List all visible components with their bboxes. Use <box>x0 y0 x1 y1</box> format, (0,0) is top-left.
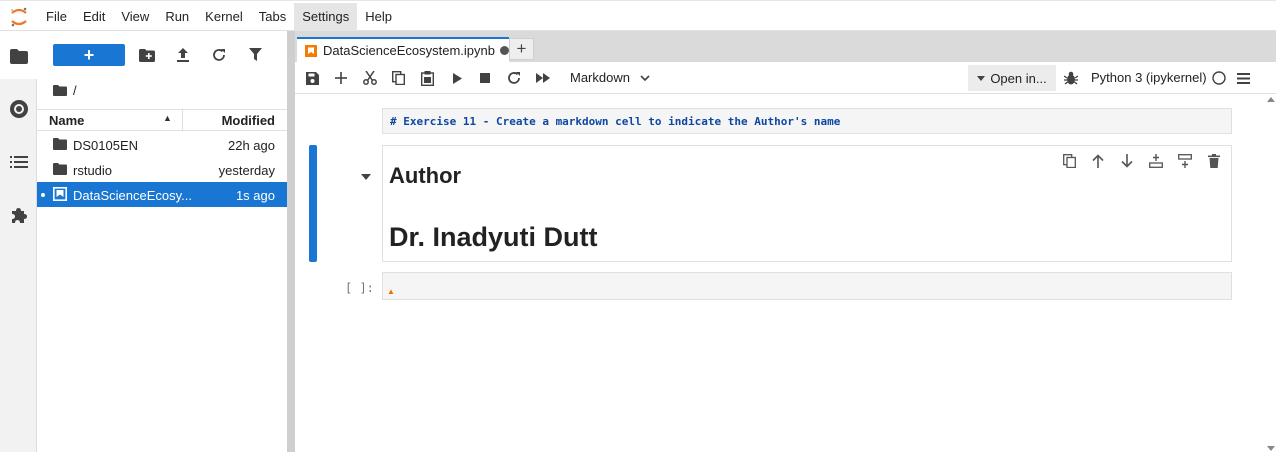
open-in-button[interactable]: Open in... <box>968 65 1056 91</box>
move-down-icon[interactable] <box>1119 153 1135 169</box>
new-launcher-button[interactable]: + <box>53 44 125 66</box>
kernel-status-icon <box>1211 70 1227 86</box>
heading-author: Author <box>389 163 462 188</box>
rendered-markdown-cell[interactable]: Author Dr. Inadyuti Dutt <box>382 145 1232 262</box>
menu-help[interactable]: Help <box>357 3 400 31</box>
menu-file[interactable]: File <box>38 3 75 31</box>
chevron-down-icon <box>640 74 650 81</box>
save-icon[interactable] <box>304 70 320 86</box>
folder-icon[interactable] <box>9 46 29 66</box>
file-row-rstudio[interactable]: rstudio yesterday <box>37 157 287 182</box>
extension-icon[interactable] <box>9 205 29 225</box>
cell-type-select[interactable]: Markdown <box>570 70 650 85</box>
file-browser-toolbar: + <box>37 43 287 69</box>
file-list-header: Name ▲ Modified <box>37 109 287 131</box>
file-modified: 1s ago <box>235 188 275 203</box>
cursor-caret-icon: ▲ <box>387 287 395 296</box>
menu-icon[interactable] <box>1235 70 1251 86</box>
column-modified-header[interactable]: Modified <box>222 113 275 128</box>
debugger-icon[interactable] <box>1063 70 1079 86</box>
sort-ascending-icon[interactable]: ▲ <box>163 113 172 123</box>
menu-tabs[interactable]: Tabs <box>251 3 294 31</box>
tab-bar: DataScienceEcosystem.ipynb + <box>295 31 1276 62</box>
restart-run-all-icon[interactable] <box>535 70 551 86</box>
vertical-scrollbar[interactable] <box>1266 94 1276 452</box>
column-name-header[interactable]: Name <box>49 113 84 128</box>
file-row-ds0105en[interactable]: DS0105EN 22h ago <box>37 132 287 157</box>
stop-icon[interactable] <box>477 70 493 86</box>
panel-split-handle[interactable] <box>287 31 295 452</box>
open-in-label: Open in... <box>990 70 1047 86</box>
file-browser: + / Name ▲ Modified DS0105EN 22h ago rst… <box>37 31 287 452</box>
running-indicator <box>41 193 45 197</box>
cell-type-value: Markdown <box>570 70 630 85</box>
duplicate-cell-icon[interactable] <box>1061 153 1077 169</box>
run-icon[interactable] <box>449 70 465 86</box>
insert-below-icon[interactable] <box>1177 153 1193 169</box>
kernel-name[interactable]: Python 3 (ipykernel) <box>1091 70 1207 85</box>
cut-icon[interactable] <box>362 70 378 86</box>
notebook-toolbar: Markdown Open in... Python 3 (ipykernel) <box>295 62 1276 94</box>
new-folder-icon[interactable] <box>138 46 156 64</box>
tab-datascienceecosystem[interactable]: DataScienceEcosystem.ipynb <box>297 37 509 62</box>
left-sidebar-tabs <box>0 31 37 452</box>
restart-kernel-icon[interactable] <box>506 70 522 86</box>
paste-icon[interactable] <box>419 70 435 86</box>
folder-icon <box>53 138 67 150</box>
active-cell-indicator[interactable] <box>309 145 317 262</box>
column-divider[interactable] <box>182 110 183 130</box>
copy-icon[interactable] <box>390 70 406 86</box>
menu-view[interactable]: View <box>113 3 157 31</box>
breadcrumb-folder-icon <box>53 84 67 96</box>
breadcrumb-root[interactable]: / <box>73 83 77 98</box>
breadcrumb[interactable]: / <box>53 81 77 99</box>
caret-down-icon <box>977 75 986 81</box>
running-icon[interactable] <box>9 99 29 119</box>
folder-icon <box>53 163 67 175</box>
menu-settings[interactable]: Settings <box>294 2 358 31</box>
notebook-icon <box>53 187 67 201</box>
file-row-datascienceecosystem[interactable]: DataScienceEcosy... 1s ago <box>37 182 287 207</box>
markdown-editor-cell[interactable]: # Exercise 11 - Create a markdown cell t… <box>382 108 1232 134</box>
filter-icon[interactable] <box>246 46 264 64</box>
collapse-heading-icon[interactable] <box>361 173 371 181</box>
notebook-icon <box>305 44 317 57</box>
empty-code-cell[interactable]: ▲ <box>382 272 1232 300</box>
file-modified: 22h ago <box>228 138 275 153</box>
toc-icon[interactable] <box>9 152 29 172</box>
file-name: DS0105EN <box>73 138 139 153</box>
insert-cell-icon[interactable] <box>333 70 349 86</box>
move-up-icon[interactable] <box>1090 153 1106 169</box>
file-name: DataScienceEcosy... <box>73 188 192 203</box>
menu-run[interactable]: Run <box>157 3 197 31</box>
execution-prompt: [ ]: <box>345 281 374 295</box>
main-dock-area: DataScienceEcosystem.ipynb + Markdown Op… <box>295 31 1276 452</box>
heading-name: Dr. Inadyuti Dutt <box>389 222 598 252</box>
unsaved-indicator-icon[interactable] <box>499 46 509 55</box>
markdown-source-text[interactable]: # Exercise 11 - Create a markdown cell t… <box>390 115 840 128</box>
file-name: rstudio <box>73 163 113 178</box>
jupyter-logo-icon[interactable] <box>0 3 38 31</box>
upload-icon[interactable] <box>174 46 192 64</box>
menu-edit[interactable]: Edit <box>75 3 113 31</box>
insert-above-icon[interactable] <box>1148 153 1164 169</box>
tab-label: DataScienceEcosystem.ipynb <box>323 43 495 58</box>
menu-kernel[interactable]: Kernel <box>197 3 251 31</box>
add-tab-button[interactable]: + <box>509 38 534 60</box>
menu-bar: File Edit View Run Kernel Tabs Settings … <box>0 2 1276 31</box>
refresh-icon[interactable] <box>210 46 228 64</box>
delete-cell-icon[interactable] <box>1206 153 1222 169</box>
file-modified: yesterday <box>218 163 275 178</box>
